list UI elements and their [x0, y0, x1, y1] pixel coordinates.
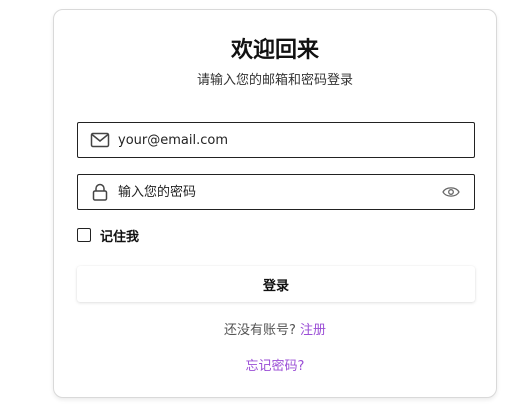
login-card: 欢迎回来 请输入您的邮箱和密码登录 记住我 登录 还没有账号? 注册 忘记密码?	[53, 9, 497, 398]
signup-link[interactable]: 注册	[300, 323, 326, 338]
email-input[interactable]	[118, 123, 438, 157]
eye-icon[interactable]	[442, 185, 460, 199]
mail-icon	[90, 132, 110, 148]
page-title: 欢迎回来	[230, 38, 319, 63]
password-field[interactable]	[77, 174, 475, 210]
forgot-password-link[interactable]: 忘记密码?	[246, 359, 305, 374]
remember-me[interactable]: 记住我	[77, 226, 140, 245]
forgot-password: 忘记密码?	[54, 355, 496, 374]
remember-me-label: 记住我	[100, 229, 140, 245]
signup-prompt-text: 还没有账号?	[223, 323, 296, 338]
signup-prompt: 还没有账号? 注册	[54, 319, 496, 338]
page-subtitle: 请输入您的邮箱和密码登录	[196, 73, 353, 88]
password-input[interactable]	[118, 175, 438, 209]
email-field[interactable]	[77, 122, 475, 158]
remember-me-checkbox[interactable]	[77, 228, 91, 242]
login-button[interactable]: 登录	[77, 266, 475, 302]
lock-icon	[92, 183, 108, 201]
